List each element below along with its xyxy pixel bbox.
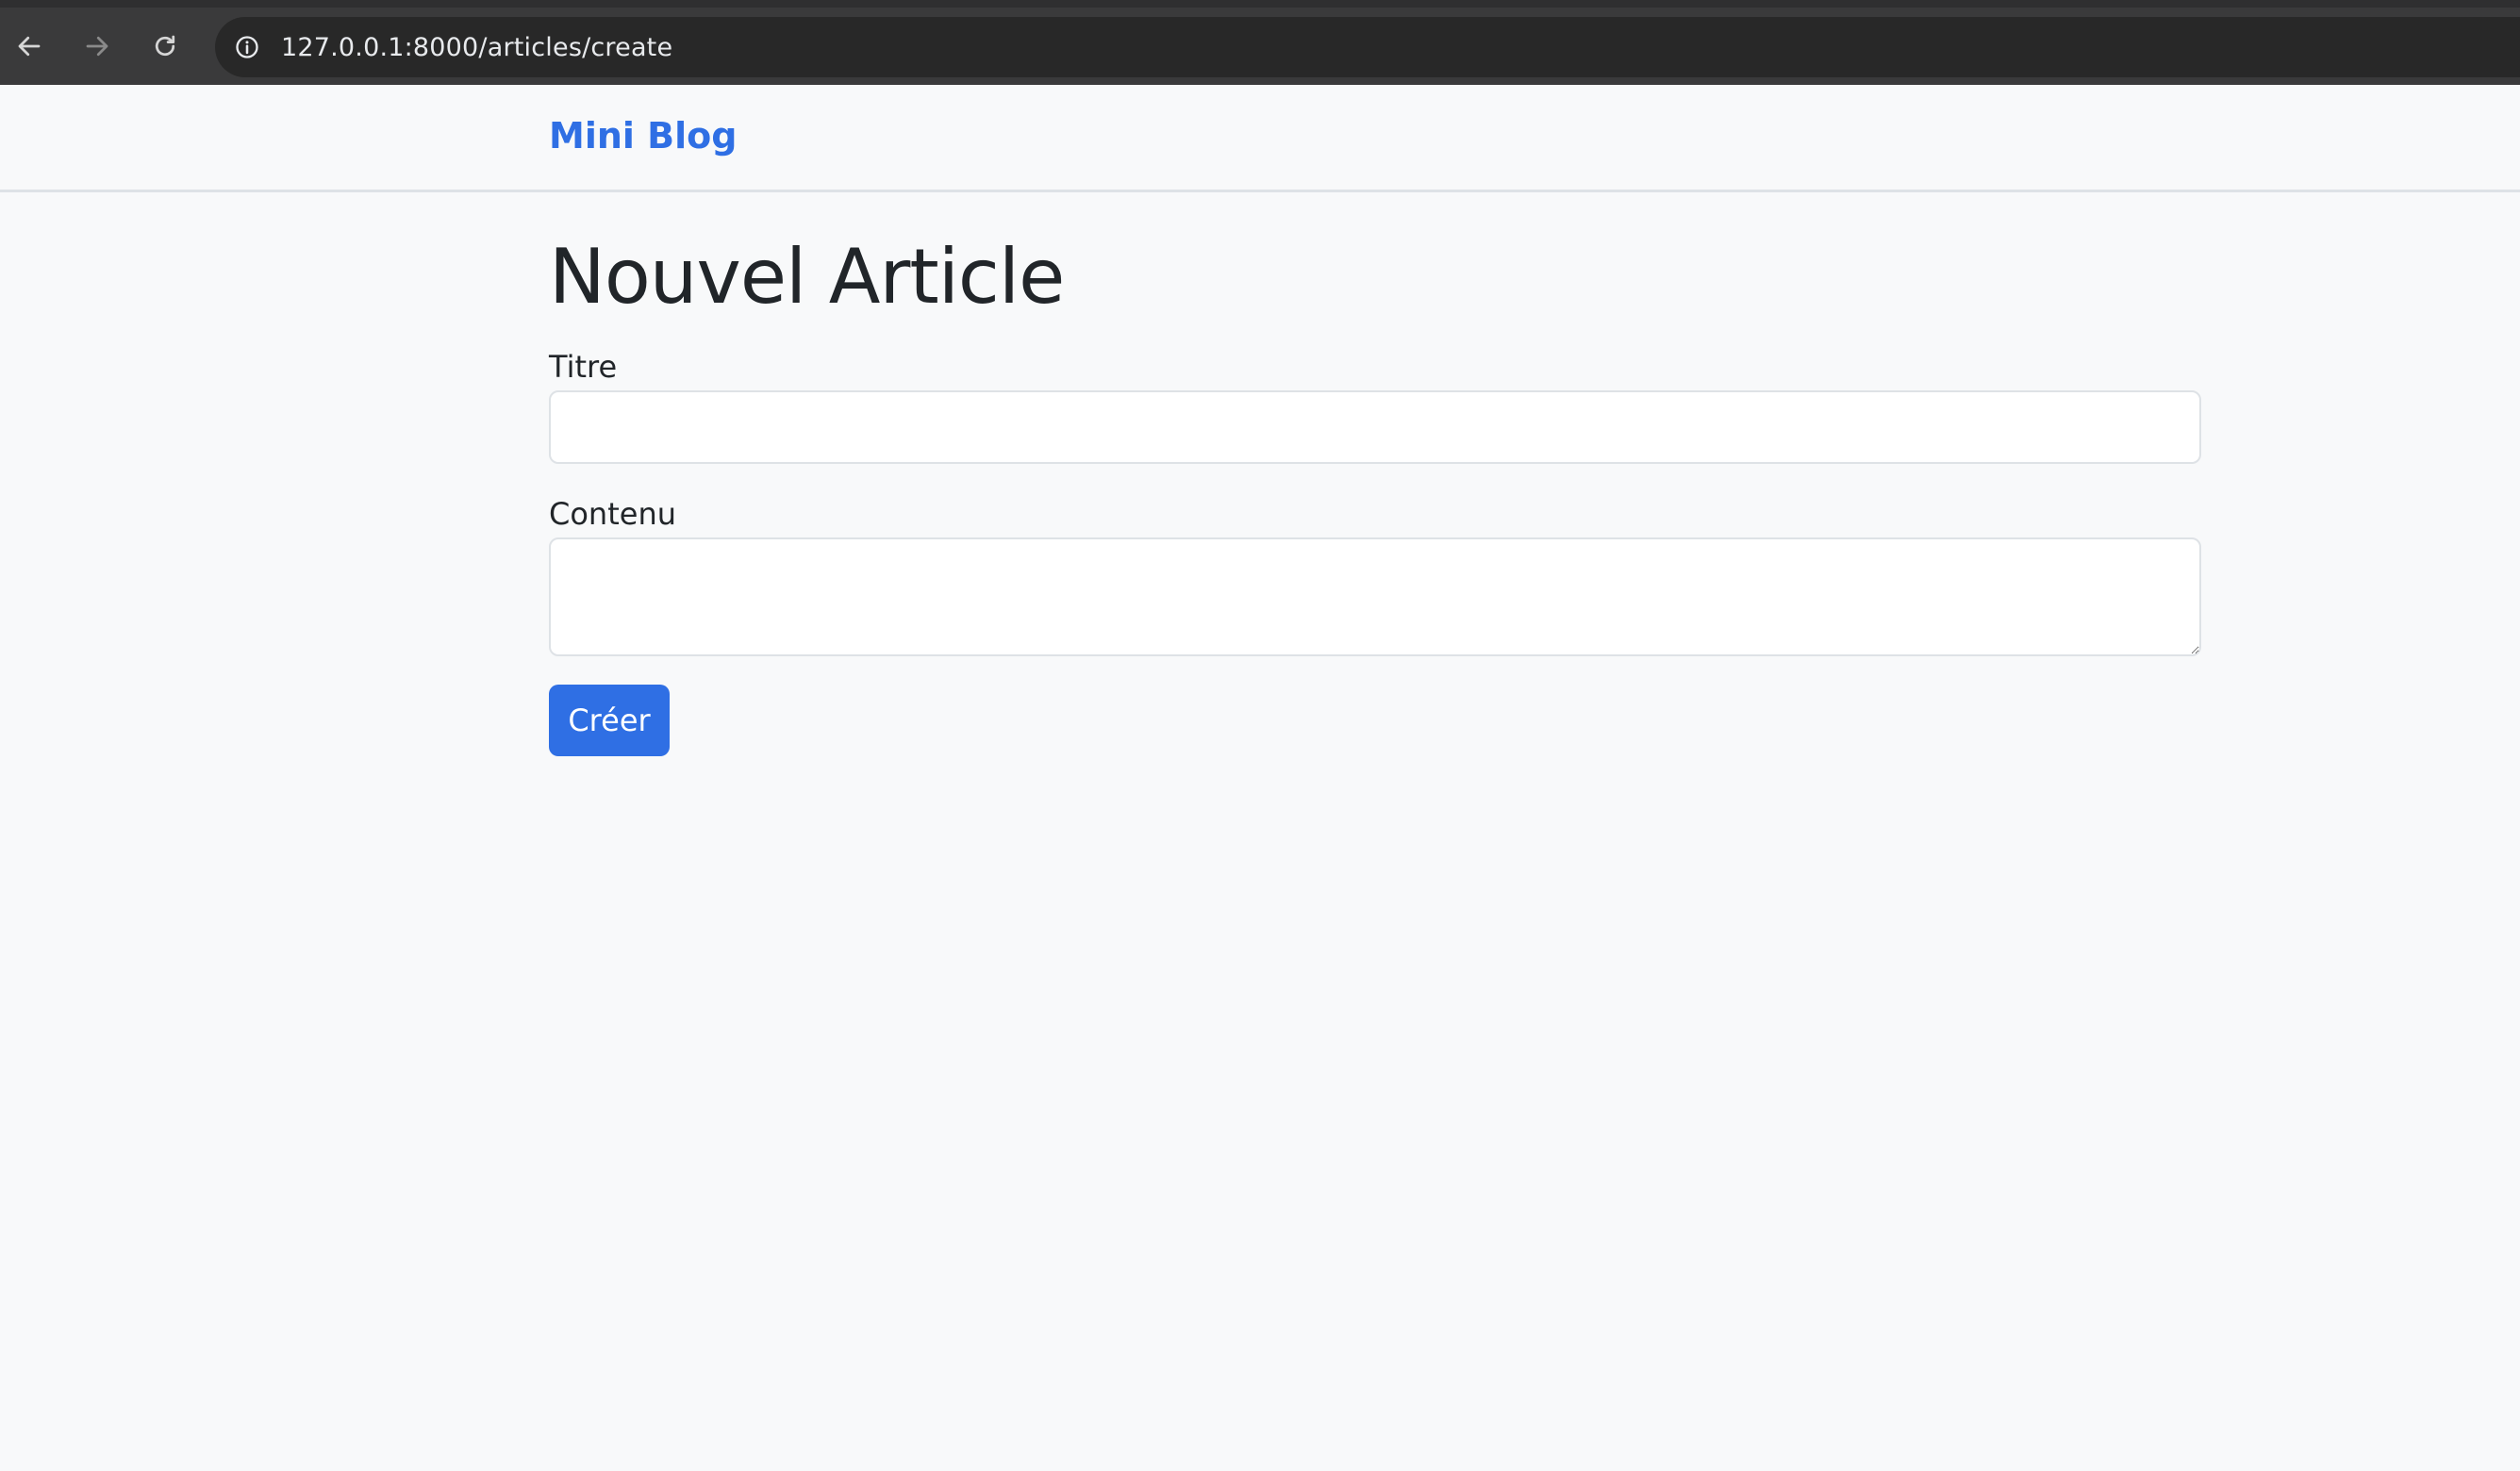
reload-icon <box>155 35 175 57</box>
page-title: Nouvel Article <box>549 233 1065 321</box>
back-arrow-icon <box>18 36 41 57</box>
reload-button[interactable] <box>141 23 189 70</box>
brand-link[interactable]: Mini Blog <box>549 115 737 157</box>
url-text[interactable]: 127.0.0.1:8000/articles/create <box>281 33 672 62</box>
site-info-icon[interactable] <box>232 32 262 62</box>
content-label: Contenu <box>549 496 676 532</box>
content-textarea[interactable] <box>549 537 2201 656</box>
title-label: Titre <box>549 349 618 385</box>
forward-arrow-icon <box>86 36 108 57</box>
site-navbar: Mini Blog <box>0 85 2520 192</box>
browser-toolbar: 127.0.0.1:8000/articles/create <box>0 0 2520 85</box>
forward-button[interactable] <box>74 23 121 70</box>
back-button[interactable] <box>6 23 53 70</box>
create-button[interactable]: Créer <box>549 685 670 756</box>
title-input[interactable] <box>549 390 2201 464</box>
address-bar[interactable]: 127.0.0.1:8000/articles/create <box>215 17 2520 77</box>
